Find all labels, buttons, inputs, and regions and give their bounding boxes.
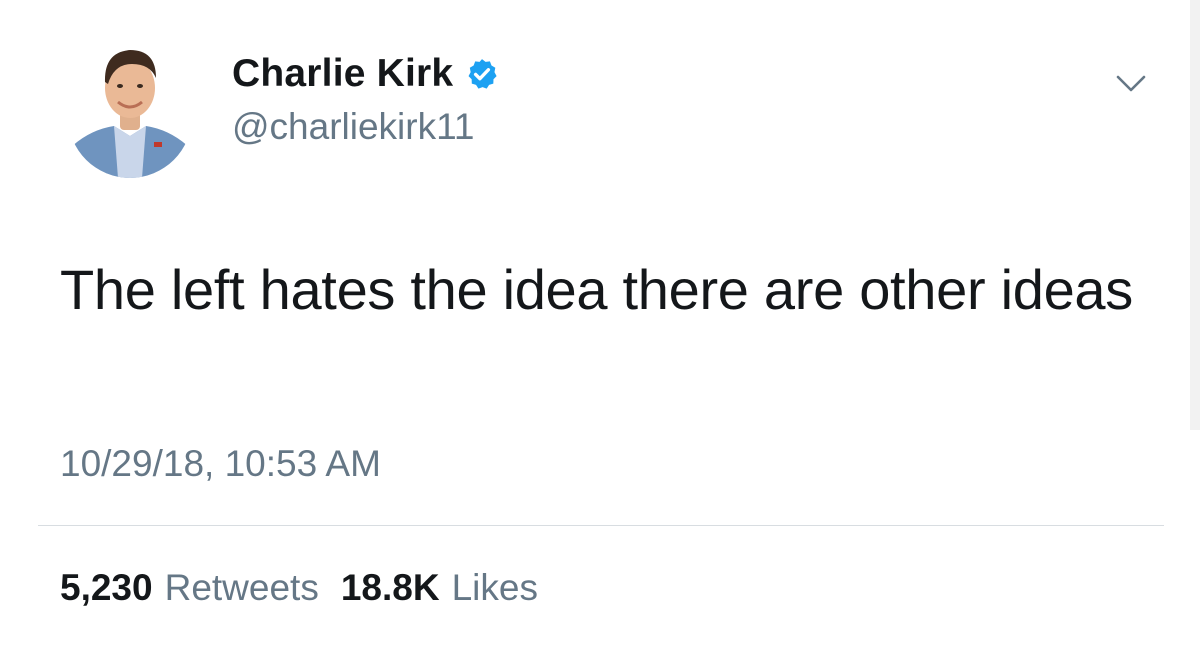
tweet-card: Charlie Kirk @charliekirk11 The left hat… [0, 0, 1200, 650]
chevron-down-icon[interactable] [1114, 66, 1148, 100]
tweet-timestamp[interactable]: 10/29/18, 10:53 AM [60, 443, 381, 485]
avatar-image [68, 38, 192, 178]
tweet-text: The left hates the idea there are other … [60, 258, 1133, 321]
author-handle[interactable]: @charliekirk11 [232, 106, 475, 148]
retweets-label: Retweets [164, 567, 319, 608]
retweets-count: 5,230 [60, 567, 153, 608]
retweets-stat[interactable]: 5,230 Retweets [60, 567, 319, 609]
tweet-stats: 5,230 Retweets 18.8K Likes [60, 567, 538, 609]
likes-stat[interactable]: 18.8K Likes [341, 567, 538, 609]
likes-count: 18.8K [340, 567, 440, 608]
divider [38, 525, 1164, 526]
avatar[interactable] [68, 38, 192, 178]
verified-badge-icon [468, 59, 497, 89]
author-name-row: Charlie Kirk [232, 50, 499, 98]
author-display-name[interactable]: Charlie Kirk [232, 52, 453, 96]
likes-label: Likes [451, 567, 538, 608]
scrollbar[interactable] [1190, 0, 1200, 430]
